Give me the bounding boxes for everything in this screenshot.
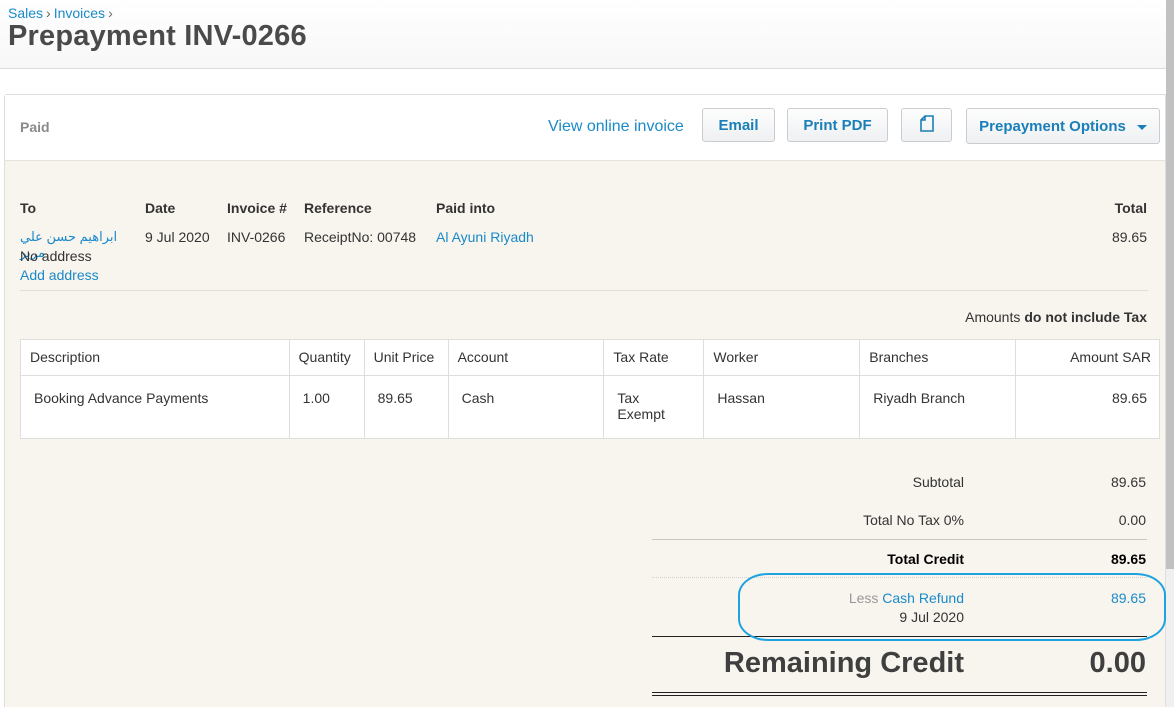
cash-refund-date: 9 Jul 2020 [899,609,964,625]
invoice-toolbar: Paid View online invoice Email Print PDF… [5,95,1165,161]
invoice-number-label: Invoice # [227,200,287,216]
date-label: Date [145,200,176,216]
add-address-link[interactable]: Add address [20,267,99,283]
no-tax-value: 0.00 [1118,512,1146,528]
breadcrumb-sales[interactable]: Sales [8,5,43,21]
column-header-branches: Branches [859,339,1017,376]
total-credit-value: 89.65 [1110,551,1146,567]
no-tax-label: Total No Tax 0% [863,512,964,528]
invoice-total: 89.65 [1111,229,1147,245]
cell-description: Booking Advance Payments [20,375,290,439]
total-label: Total [1114,200,1147,216]
tax-note: Amounts do not include Tax [965,309,1147,325]
invoice-panel: Paid View online invoice Email Print PDF… [4,94,1166,707]
column-header-unit-price: Unit Price [363,339,449,376]
divider [20,290,1148,291]
to-label: To [20,200,37,216]
cash-refund-entry: Less Cash Refund [849,590,964,606]
document-icon [919,114,934,136]
divider [652,539,1147,540]
cell-amount: 89.65 [1015,375,1160,439]
breadcrumb: Sales › Invoices › [8,5,116,21]
column-header-description: Description [20,339,290,376]
print-pdf-button[interactable]: Print PDF [787,108,888,142]
invoice-number: INV-0266 [227,229,286,245]
table-row: Booking Advance Payments 1.00 89.65 Cash… [20,375,1160,439]
cell-tax-rate: Tax Exempt [603,375,705,439]
divider [652,692,1147,693]
column-header-quantity: Quantity [288,339,365,376]
paid-into-link[interactable]: Al Ayuni Riyadh [436,229,534,245]
remaining-credit-value: 0.00 [1089,647,1146,679]
reference-label: Reference [304,200,372,216]
page-title: Prepayment INV-0266 [8,20,307,52]
column-header-amount: Amount SAR [1015,339,1160,376]
cell-account: Cash [447,375,605,439]
breadcrumb-invoices[interactable]: Invoices [54,5,105,21]
cell-quantity: 1.00 [288,375,365,439]
tax-note-emphasis: do not include Tax [1024,309,1147,325]
divider [652,577,1147,578]
tax-note-prefix: Amounts [965,309,1021,325]
invoice-date: 9 Jul 2020 [145,229,210,245]
document-button[interactable] [901,108,952,142]
column-header-account: Account [447,339,605,376]
cash-refund-amount[interactable]: 89.65 [1111,590,1146,606]
vertical-scrollbar[interactable] [1166,0,1174,707]
prepayment-options-button[interactable]: Prepayment Options [966,108,1160,144]
page-header: Sales › Invoices › Prepayment INV-0266 [0,0,1166,69]
highlight-annotation [738,573,1166,641]
cash-refund-link[interactable]: Cash Refund [882,590,964,606]
cell-worker: Hassan [703,375,861,439]
cell-unit-price: 89.65 [363,375,449,439]
prepayment-options-label: Prepayment Options [979,117,1126,135]
divider [652,695,1147,696]
reference-value: ReceiptNo: 00748 [304,229,417,245]
no-address-text: No address [20,248,92,264]
subtotal-label: Subtotal [912,474,964,490]
less-label: Less [848,590,879,606]
total-credit-label: Total Credit [887,551,964,567]
paid-into-label: Paid into [436,200,496,216]
column-header-tax-rate: Tax Rate [603,339,705,376]
column-header-worker: Worker [703,339,861,376]
breadcrumb-separator: › [108,5,113,21]
status-badge: Paid [20,119,50,135]
subtotal-value: 89.65 [1110,474,1146,490]
line-items-table: Description Quantity Unit Price Account … [20,339,1160,439]
view-online-invoice-link[interactable]: View online invoice [548,118,684,136]
cell-branch: Riyadh Branch [859,375,1017,439]
scrollbar-thumb[interactable] [1166,0,1174,569]
table-header-row: Description Quantity Unit Price Account … [20,339,1160,376]
breadcrumb-separator: › [46,5,51,21]
divider [652,636,1147,637]
remaining-credit-label: Remaining Credit [723,647,964,679]
email-button[interactable]: Email [702,108,775,142]
caret-down-icon [1136,124,1147,130]
